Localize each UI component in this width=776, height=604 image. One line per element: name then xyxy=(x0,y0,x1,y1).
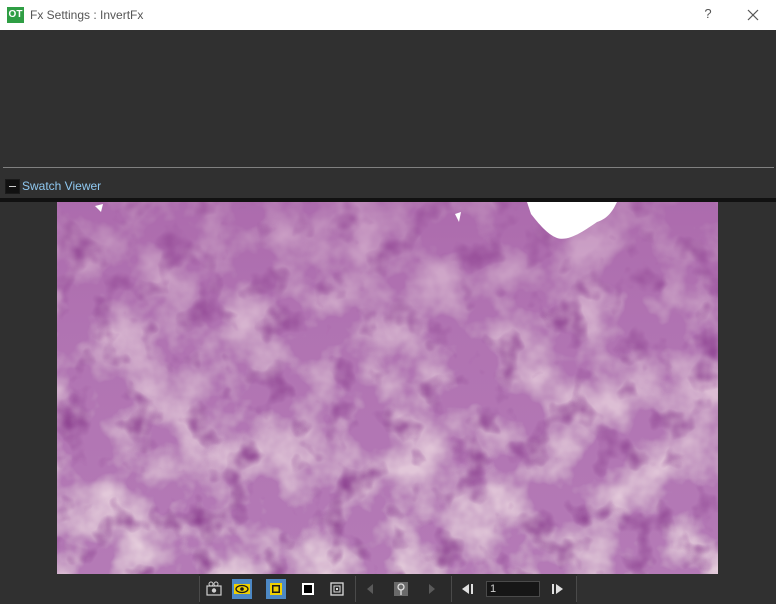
black-bg-button[interactable] xyxy=(298,579,318,599)
black-bg-icon xyxy=(302,583,314,595)
last-frame-button[interactable] xyxy=(547,579,567,599)
toolbar-separator xyxy=(576,576,577,602)
first-frame-button[interactable] xyxy=(458,579,478,599)
pin-button[interactable] xyxy=(391,579,411,599)
prev-frame-button[interactable] xyxy=(360,579,380,599)
toolbar-separator xyxy=(451,576,452,602)
white-bg-icon xyxy=(330,582,344,596)
white-bg-button[interactable] xyxy=(327,579,347,599)
prev-frame-icon xyxy=(367,584,373,594)
title-bar: OT Fx Settings : InvertFx ? xyxy=(0,0,776,30)
frame-number-field[interactable] xyxy=(486,581,540,597)
checkerboard-icon xyxy=(270,583,282,595)
collapse-button[interactable] xyxy=(5,179,20,194)
toolbar-separator xyxy=(199,576,200,602)
divider xyxy=(3,167,774,168)
close-button[interactable] xyxy=(744,6,762,24)
next-frame-icon xyxy=(429,584,435,594)
close-icon xyxy=(747,9,759,21)
help-button[interactable]: ? xyxy=(700,6,716,22)
camera-button[interactable] xyxy=(204,579,224,599)
preview-toggle-button[interactable] xyxy=(232,579,252,599)
checkerboard-bg-button[interactable] xyxy=(266,579,286,599)
swatch-preview-image[interactable] xyxy=(57,202,718,574)
swatch-viewer-header: Swatch Viewer xyxy=(0,176,776,196)
window-title: Fx Settings : InvertFx xyxy=(30,8,144,22)
camera-icon xyxy=(206,581,222,596)
swatch-viewer-label[interactable]: Swatch Viewer xyxy=(22,179,101,193)
toolbar-separator xyxy=(355,576,356,602)
first-frame-icon xyxy=(462,584,473,594)
next-frame-button[interactable] xyxy=(422,579,442,599)
fx-settings-panel xyxy=(0,30,776,167)
eye-icon xyxy=(234,584,250,594)
app-logo-icon: OT xyxy=(7,7,24,23)
pin-icon xyxy=(394,582,408,596)
last-frame-icon xyxy=(552,584,563,594)
swatch-image xyxy=(57,202,718,574)
